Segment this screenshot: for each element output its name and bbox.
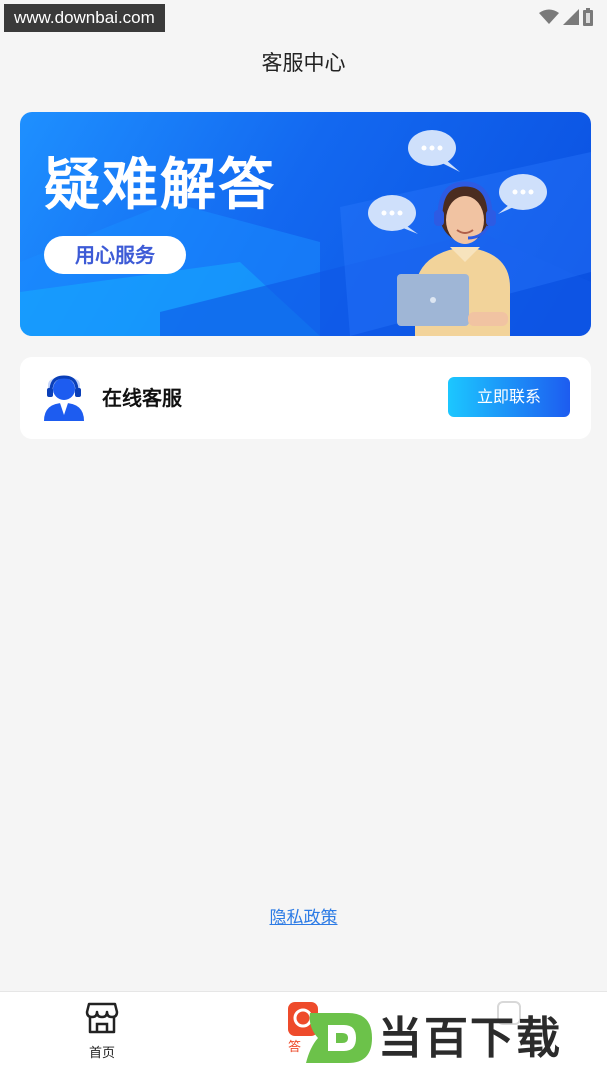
status-bar: www.downbai.com bbox=[0, 0, 607, 34]
nav-item-home[interactable]: 首页 bbox=[76, 1002, 128, 1062]
online-service-card[interactable]: 在线客服 立即联系 bbox=[20, 357, 591, 439]
title-bar: 客服中心 bbox=[0, 34, 607, 92]
watermark-url: www.downbai.com bbox=[4, 4, 165, 32]
banner-tag: 用心服务 bbox=[44, 236, 186, 274]
banner-artwork bbox=[20, 130, 591, 336]
privacy-policy-link[interactable]: 隐私政策 bbox=[0, 903, 607, 928]
status-icons bbox=[539, 8, 593, 26]
nav-home-label: 首页 bbox=[88, 1046, 115, 1061]
page-title: 客服中心 bbox=[261, 51, 346, 75]
signal-icon bbox=[563, 9, 579, 25]
online-service-label: 在线客服 bbox=[102, 386, 182, 410]
chat-bubble-icon bbox=[408, 130, 460, 172]
logo-badge-icon bbox=[306, 1013, 372, 1063]
watermark-logo-text: 当百下载 bbox=[378, 1013, 562, 1064]
help-banner[interactable]: 疑难解答 用心服务 bbox=[20, 112, 591, 336]
contact-now-button[interactable]: 立即联系 bbox=[448, 377, 570, 417]
store-icon bbox=[85, 1002, 119, 1034]
watermark-logo: 当百下载 bbox=[300, 1005, 600, 1075]
banner-title: 疑难解答 bbox=[44, 153, 276, 218]
customer-service-icon bbox=[44, 375, 84, 421]
battery-icon bbox=[583, 8, 593, 26]
wifi-icon bbox=[539, 9, 559, 24]
